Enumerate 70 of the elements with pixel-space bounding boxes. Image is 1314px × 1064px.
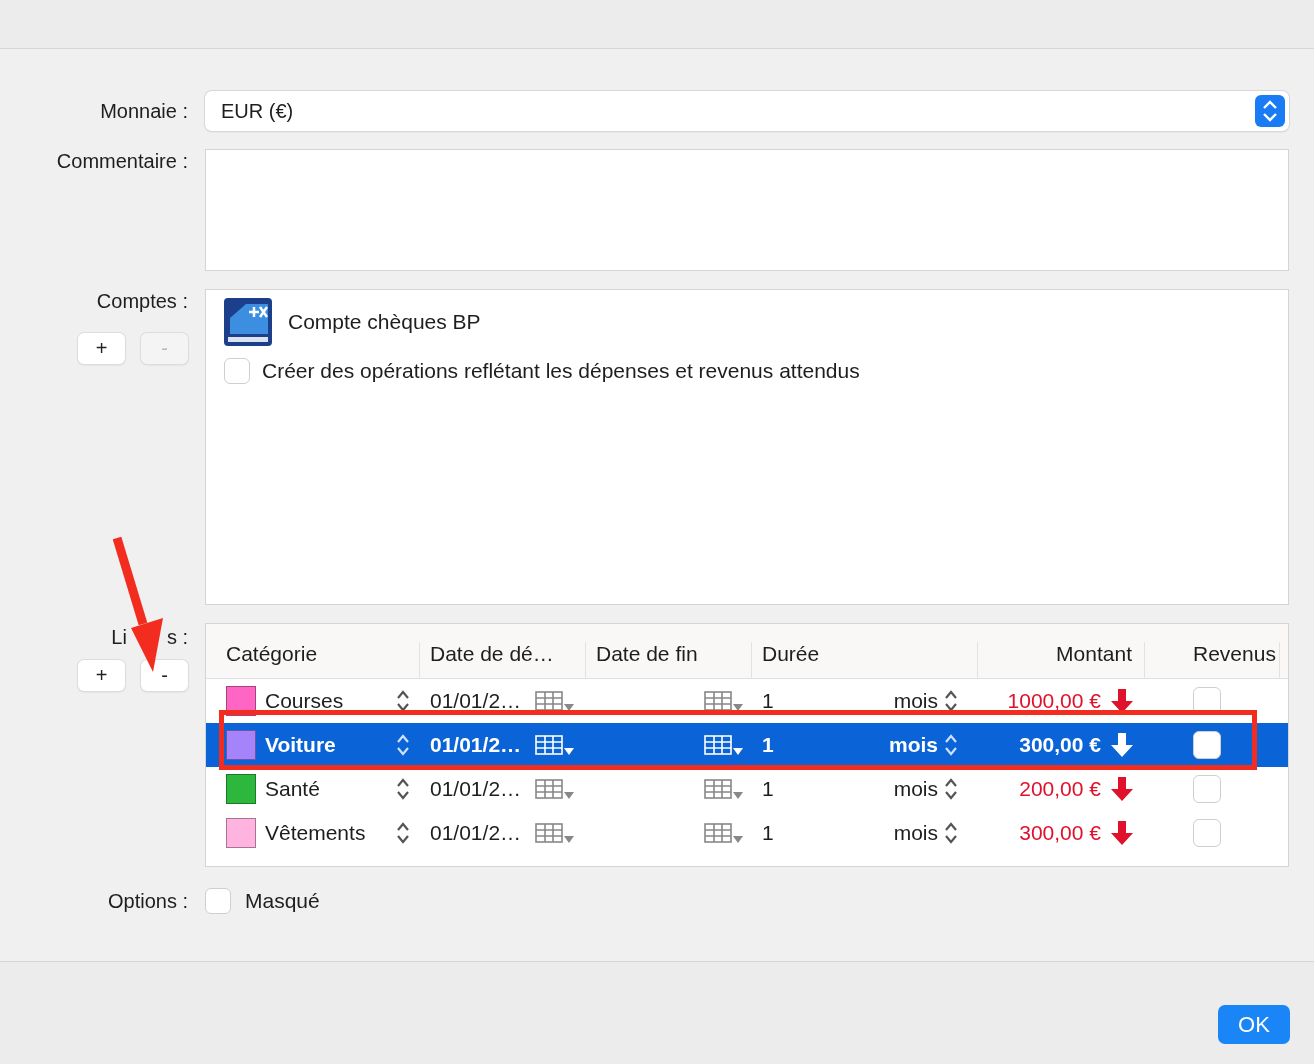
checkbox-label: Créer des opérations reflétant les dépenses et revenus attendus [262, 359, 860, 383]
duration-value: 1 [762, 777, 774, 801]
stepper-icon[interactable] [944, 777, 958, 801]
duration-value: 1 [762, 821, 774, 845]
add-button[interactable]: + [78, 333, 125, 364]
category-name: Voiture [265, 733, 337, 757]
category-name: Courses [265, 689, 345, 713]
column-header[interactable]: Date de dé… [420, 642, 586, 678]
column-header[interactable]: Date de fin [586, 642, 752, 678]
category-name: Santé [265, 777, 321, 801]
amount: 1000,00 € [1007, 689, 1101, 713]
income-checkbox[interactable] [1193, 819, 1221, 847]
down-arrow-icon [1111, 733, 1133, 757]
field-label: Commentaire : [55, 150, 188, 174]
stepper-icon[interactable] [396, 821, 410, 845]
column-header[interactable]: Catégorie [206, 642, 420, 678]
calendar-icon[interactable] [535, 778, 576, 800]
stepper-icon[interactable] [944, 821, 958, 845]
amount: 200,00 € [1019, 777, 1101, 801]
calendar-icon[interactable] [535, 822, 576, 844]
income-checkbox[interactable] [1193, 731, 1221, 759]
down-arrow-icon [1111, 777, 1133, 801]
field-label: s : [166, 626, 188, 649]
start-date: 01/01/2… [430, 689, 522, 713]
field-label: Comptes : [96, 290, 188, 313]
stepper-icon[interactable] [396, 777, 410, 801]
calendar-icon[interactable] [704, 690, 744, 712]
start-date: 01/01/2… [430, 733, 522, 757]
stepper-icon[interactable] [944, 689, 958, 713]
remove-button[interactable]: - [141, 660, 188, 691]
account-name[interactable]: Compte chèques BP [288, 310, 481, 334]
table-row[interactable]: Courses 01/01/2… 1 mois 1000,00 € [206, 679, 1288, 723]
column-header[interactable]: Revenus [1145, 642, 1280, 678]
calendar-icon[interactable] [704, 822, 744, 844]
calendar-icon[interactable] [535, 690, 576, 712]
comment-field[interactable] [205, 149, 1289, 271]
duration-unit[interactable]: mois [893, 689, 938, 713]
down-arrow-icon [1111, 689, 1133, 713]
currency-popup[interactable]: EUR (€) [205, 91, 1289, 131]
field-label: Options : [106, 889, 188, 913]
table-row[interactable]: Voiture 01/01/2… 1 mois 300,00 € [206, 723, 1288, 767]
ok-button[interactable]: OK [1218, 1005, 1290, 1044]
column-header[interactable]: Montant [978, 642, 1145, 678]
field-label: Li [111, 626, 127, 649]
amount: 300,00 € [1019, 733, 1101, 757]
calendar-icon[interactable] [704, 778, 744, 800]
calendar-icon[interactable] [535, 734, 576, 756]
stepper-icon [1255, 95, 1285, 127]
column-header[interactable]: Durée [752, 642, 978, 678]
bank-logo-icon [224, 298, 272, 346]
duration-value: 1 [762, 689, 774, 713]
category-name: Vêtements [265, 821, 367, 845]
start-date: 01/01/2… [430, 777, 522, 801]
duration-unit[interactable]: mois [893, 777, 938, 801]
table-row[interactable]: Santé 01/01/2… 1 mois 200,00 € [206, 767, 1288, 811]
down-arrow-icon [1111, 821, 1133, 845]
start-date: 01/01/2… [430, 821, 522, 845]
field-label: Monnaie : [99, 99, 188, 123]
table-row[interactable]: Vêtements 01/01/2… 1 mois 300,00 € [206, 811, 1288, 855]
checkbox[interactable] [224, 358, 250, 384]
duration-unit[interactable]: mois [889, 733, 938, 757]
income-checkbox[interactable] [1193, 775, 1221, 803]
stepper-icon[interactable] [396, 689, 410, 713]
duration-value: 1 [762, 733, 774, 757]
calendar-icon[interactable] [704, 734, 744, 756]
add-button[interactable]: + [78, 660, 125, 691]
checkbox[interactable] [205, 888, 231, 914]
duration-unit[interactable]: mois [893, 821, 938, 845]
checkbox-label: Masqué [245, 889, 320, 913]
amount: 300,00 € [1019, 821, 1101, 845]
